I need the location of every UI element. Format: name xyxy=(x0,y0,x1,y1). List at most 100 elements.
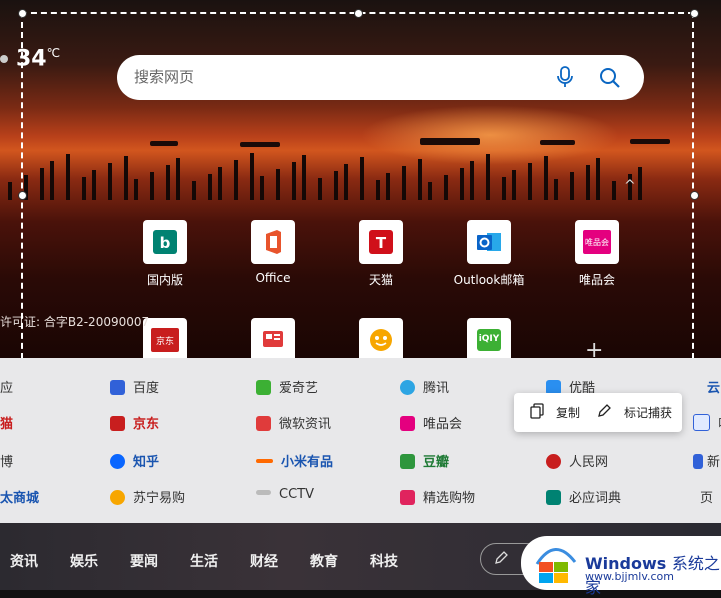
pier-post xyxy=(334,171,338,200)
pier-post xyxy=(40,168,44,200)
selection-handle[interactable] xyxy=(690,9,699,18)
link-label: 豆瓣 xyxy=(423,455,450,470)
windows-logo-icon xyxy=(531,542,579,590)
pier-post xyxy=(92,170,96,200)
link-item[interactable]: 博 xyxy=(0,451,13,470)
shopping-icon xyxy=(400,490,415,505)
jd-icon xyxy=(110,416,125,431)
pier-post xyxy=(192,181,196,200)
selection-handle[interactable] xyxy=(18,191,27,200)
link-item[interactable]: 太商城 xyxy=(0,487,39,506)
jd-icon-text: 京东 xyxy=(155,337,174,347)
nav-tab[interactable]: 资讯 xyxy=(10,551,38,571)
news-site-icon xyxy=(693,454,703,469)
pencil-icon xyxy=(493,550,509,570)
pier-post xyxy=(260,176,264,200)
nav-tab[interactable]: 科技 xyxy=(370,551,398,571)
tile-label: Office xyxy=(255,271,291,285)
link-item[interactable]: 新 xyxy=(693,451,720,470)
watermark-url: www.bjjmlv.com xyxy=(585,570,674,583)
link-cctv[interactable]: CCTV xyxy=(256,487,314,502)
link-iqiyi[interactable]: 爱奇艺 xyxy=(256,377,318,396)
link-label: 京东 xyxy=(133,417,160,432)
pier-post xyxy=(50,161,54,200)
link-zhihu[interactable]: 知乎 xyxy=(110,451,159,470)
iqiyi-icon: iQIY xyxy=(467,318,511,362)
link-item[interactable]: 猫 xyxy=(0,413,13,432)
link-item[interactable]: 页 xyxy=(700,487,713,506)
tile-bing[interactable]: b 国内版 xyxy=(110,220,220,288)
selection-handle[interactable] xyxy=(690,191,699,200)
link-item[interactable]: 云 xyxy=(707,377,720,396)
nav-tab[interactable]: 财经 xyxy=(250,551,278,571)
link-shopping[interactable]: 精选购物 xyxy=(400,487,475,506)
tile-outlook[interactable]: Outlook邮箱 xyxy=(434,220,544,288)
search-input[interactable] xyxy=(132,67,536,87)
link-baidu[interactable]: 百度 xyxy=(110,377,159,396)
link-tencent[interactable]: 腾讯 xyxy=(400,377,449,396)
link-item[interactable]: 应 xyxy=(0,377,13,396)
tile-vip[interactable]: 唯品会 唯品会 xyxy=(542,220,652,288)
tile-tmall[interactable]: T 天猫 xyxy=(326,220,436,288)
link-jd[interactable]: 京东 xyxy=(110,413,159,432)
tmall-icon: T xyxy=(359,220,403,264)
link-msn[interactable]: 微软资讯 xyxy=(256,413,331,432)
link-suning[interactable]: 苏宁易购 xyxy=(110,487,185,506)
copy-icon[interactable] xyxy=(530,403,544,422)
jd-icon: 京东 xyxy=(143,318,187,362)
pier-post xyxy=(292,162,296,200)
link-item[interactable]: 叫 xyxy=(693,413,721,432)
iqiyi-icon xyxy=(256,380,271,395)
pier-post xyxy=(82,177,86,200)
tile-iqiyi[interactable]: iQIY xyxy=(434,318,544,362)
weather-widget[interactable]: 34℃ xyxy=(0,46,60,71)
pier-post xyxy=(176,158,180,200)
baidu-icon xyxy=(110,380,125,395)
selection-handle[interactable] xyxy=(18,9,27,18)
tile-label: 天猫 xyxy=(368,273,393,287)
tile-suning[interactable] xyxy=(326,318,436,362)
outlook-icon xyxy=(467,220,511,264)
news-icon xyxy=(256,416,271,431)
link-label: 腾讯 xyxy=(423,381,450,396)
link-label: 小米有品 xyxy=(281,455,334,470)
nav-tab[interactable]: 生活 xyxy=(190,551,218,571)
cctv-icon xyxy=(256,490,271,495)
pier-post xyxy=(502,177,506,200)
chevron-up-icon[interactable]: ^ xyxy=(624,178,636,194)
vip-icon: 唯品会 xyxy=(575,220,619,264)
pier-post xyxy=(486,154,490,200)
pier-post xyxy=(134,179,138,200)
pier-post xyxy=(250,153,254,200)
tile-news[interactable] xyxy=(218,318,328,362)
microphone-icon[interactable] xyxy=(556,66,574,92)
office-icon xyxy=(251,220,295,264)
pier-post xyxy=(344,164,348,200)
link-label: CCTV xyxy=(279,487,314,502)
pier-post xyxy=(108,163,112,200)
pier-post xyxy=(470,161,474,200)
nav-tab[interactable]: 娱乐 xyxy=(70,551,98,571)
nav-tab[interactable]: 要闻 xyxy=(130,551,158,571)
link-xiaomi[interactable]: 小米有品 xyxy=(256,451,333,470)
copy-button[interactable]: 复制 xyxy=(556,404,580,421)
pier-post xyxy=(360,157,364,200)
capture-toolbar: 复制 标记捕获 xyxy=(514,393,682,432)
nav-tab[interactable]: 教育 xyxy=(310,551,338,571)
pier-post xyxy=(376,180,380,200)
link-douban[interactable]: 豆瓣 xyxy=(400,451,449,470)
pen-icon[interactable] xyxy=(596,403,612,422)
search-icon[interactable] xyxy=(598,66,622,94)
link-label: 百度 xyxy=(133,381,160,396)
mark-capture-button[interactable]: 标记捕获 xyxy=(624,404,672,421)
temperature-unit: ℃ xyxy=(46,46,61,60)
tencent-icon xyxy=(400,380,415,395)
pier-post xyxy=(460,168,464,200)
link-people[interactable]: 人民网 xyxy=(546,451,608,470)
link-vip[interactable]: 唯品会 xyxy=(400,413,462,432)
selection-handle[interactable] xyxy=(354,9,363,18)
link-label: 知乎 xyxy=(133,455,160,470)
link-bing-dict[interactable]: 必应词典 xyxy=(546,487,621,506)
pier-post xyxy=(612,181,616,200)
tile-office[interactable]: Office xyxy=(218,220,328,285)
